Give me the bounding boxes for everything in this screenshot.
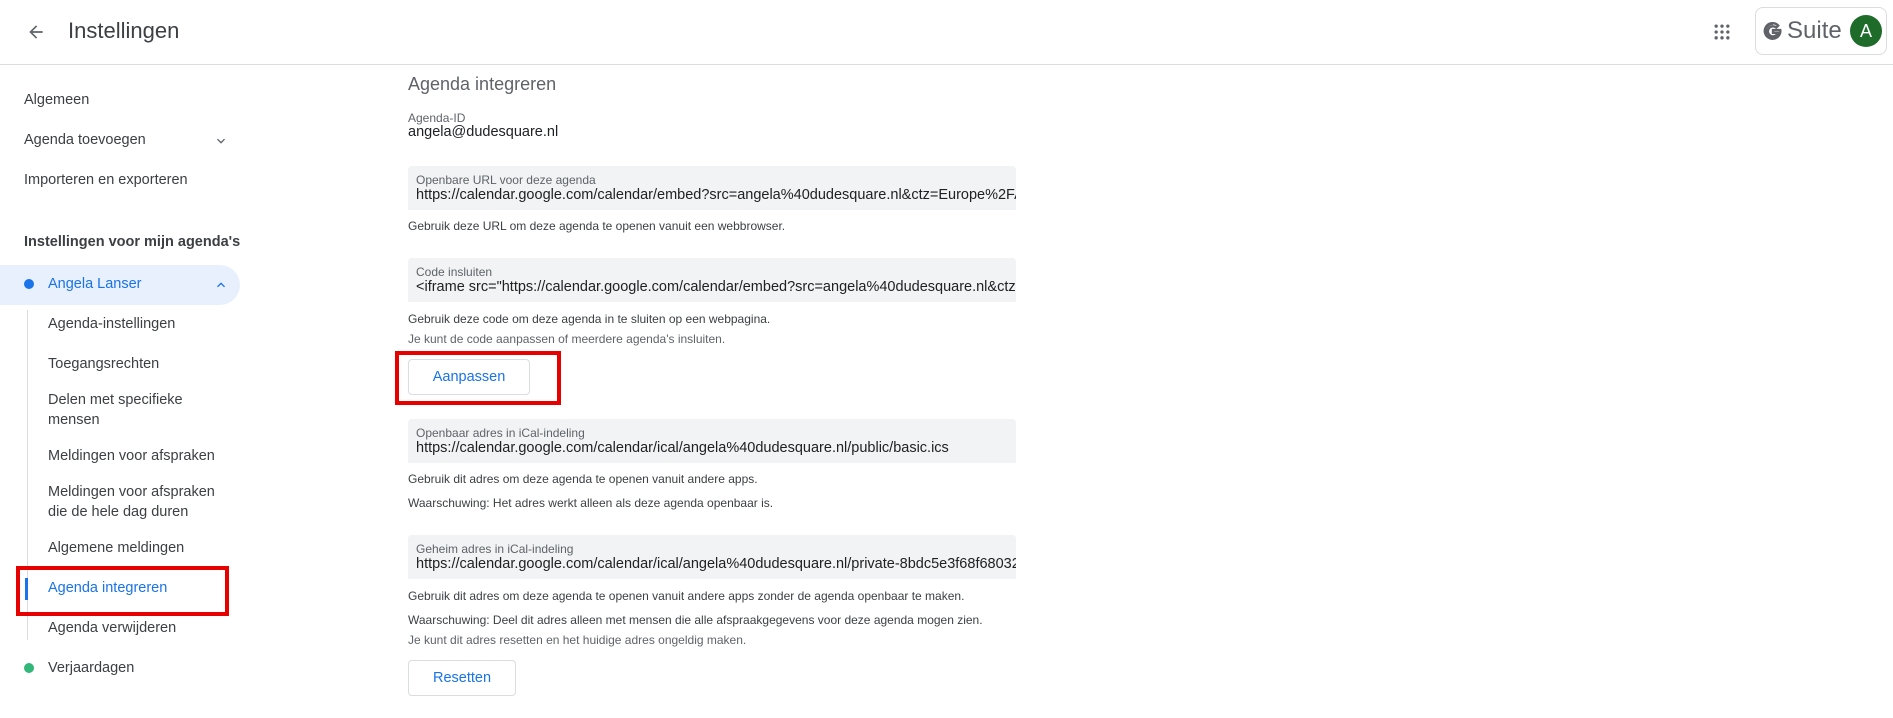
highlight-box-sidebar: [16, 566, 229, 616]
sidebar-item-general[interactable]: Algemeen: [24, 90, 89, 110]
reset-button[interactable]: Resetten: [408, 660, 516, 696]
back-button[interactable]: [20, 16, 52, 48]
g-logo-icon: [1763, 22, 1782, 40]
public-url-field[interactable]: Openbare URL voor deze agenda https://ca…: [408, 166, 1016, 210]
embed-code-label: Code insluiten: [416, 265, 493, 279]
avatar[interactable]: A: [1850, 15, 1882, 47]
public-ical-value[interactable]: https://calendar.google.com/calendar/ica…: [416, 440, 949, 456]
secret-ical-reset-note: Je kunt dit adres resetten en het huidig…: [408, 633, 747, 647]
calendar-birthdays[interactable]: Verjaardagen: [48, 658, 134, 678]
top-header: Instellingen Suite A: [0, 0, 1893, 65]
calendar-color-dot: [24, 279, 34, 289]
sidebar-item-access-rights[interactable]: Toegangsrechten: [48, 354, 159, 374]
gsuite-account-box[interactable]: Suite A: [1755, 7, 1887, 55]
gsuite-brand-text: Suite: [1787, 17, 1842, 44]
birthdays-color-dot: [24, 663, 34, 673]
chevron-up-icon[interactable]: [213, 277, 229, 293]
sidebar-item-calendar-settings[interactable]: Agenda-instellingen: [48, 314, 175, 334]
sidebar-item-import-export[interactable]: Importeren en exporteren: [24, 170, 188, 190]
public-ical-field[interactable]: Openbaar adres in iCal-indeling https://…: [408, 419, 1016, 463]
public-url-helper: Gebruik deze URL om deze agenda te opene…: [408, 219, 786, 233]
secret-ical-label: Geheim adres in iCal-indeling: [416, 542, 574, 556]
calendar-name[interactable]: Angela Lanser: [48, 274, 142, 294]
public-ical-label: Openbaar adres in iCal-indeling: [416, 426, 585, 440]
my-calendars-heading: Instellingen voor mijn agenda's: [24, 234, 241, 250]
apps-launcher-button[interactable]: [1706, 16, 1738, 48]
chevron-down-icon[interactable]: [213, 133, 229, 149]
sidebar-item-allday-notifications[interactable]: Meldingen voor afspraken die de hele dag…: [48, 482, 228, 522]
secret-ical-field[interactable]: Geheim adres in iCal-indeling https://ca…: [408, 535, 1016, 579]
section-title: Agenda integreren: [408, 74, 557, 94]
calendar-id-value: angela@dudesquare.nl: [408, 124, 559, 140]
calendar-id-label: Agenda-ID: [408, 111, 466, 125]
sidebar-item-event-notifications[interactable]: Meldingen voor afspraken: [48, 446, 215, 466]
sidebar-item-share-people[interactable]: Delen met specifieke mensen: [48, 390, 228, 430]
gsuite-logo: Suite: [1762, 17, 1842, 45]
embed-code-field[interactable]: Code insluiten <iframe src="https://cale…: [408, 258, 1016, 302]
public-url-value[interactable]: https://calendar.google.com/calendar/emb…: [416, 187, 1016, 203]
embed-code-helper-2: Je kunt de code aanpassen of meerdere ag…: [408, 332, 726, 346]
secret-ical-helper: Gebruik dit adres om deze agenda te open…: [408, 589, 965, 603]
embed-code-helper: Gebruik deze code om deze agenda in te s…: [408, 312, 771, 326]
highlight-box-customize: [395, 351, 561, 405]
page-title: Instellingen: [68, 18, 180, 43]
public-ical-helper: Gebruik dit adres om deze agenda te open…: [408, 472, 758, 486]
public-url-label: Openbare URL voor deze agenda: [416, 173, 596, 187]
secret-ical-warning: Waarschuwing: Deel dit adres alleen met …: [408, 613, 983, 627]
sidebar-item-general-notifications[interactable]: Algemene meldingen: [48, 538, 184, 558]
sidebar-item-delete-calendar[interactable]: Agenda verwijderen: [48, 618, 176, 638]
secret-ical-value[interactable]: https://calendar.google.com/calendar/ica…: [416, 556, 1016, 572]
public-ical-warning: Waarschuwing: Het adres werkt alleen als…: [408, 496, 774, 510]
sidebar-item-add-calendar[interactable]: Agenda toevoegen: [24, 130, 146, 150]
embed-code-value[interactable]: <iframe src="https://calendar.google.com…: [416, 279, 1016, 295]
apps-grid-icon: [1714, 24, 1730, 40]
arrow-back-icon: [29, 25, 43, 39]
